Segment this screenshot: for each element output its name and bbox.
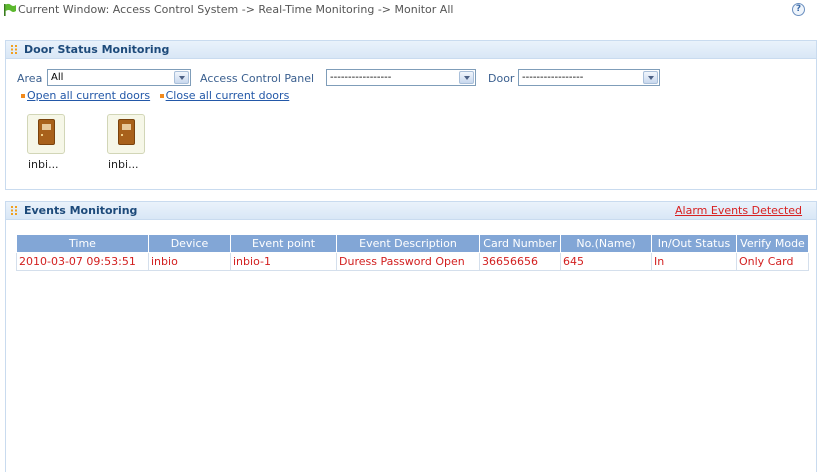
column-header[interactable]: In/Out Status	[651, 234, 737, 253]
bullet-icon	[159, 94, 164, 98]
acp-select[interactable]: -----------------	[326, 69, 476, 86]
event-no-name: 645	[560, 252, 652, 271]
door-name: inbi...	[108, 158, 139, 171]
open-all-doors-link[interactable]: Open all current doors	[27, 89, 150, 102]
area-select-value: All	[51, 72, 64, 83]
door-status-header: Door Status Monitoring	[6, 41, 816, 59]
breadcrumb: Current Window: Access Control System ->…	[18, 3, 453, 16]
area-label: Area	[17, 72, 43, 85]
event-card-number: 36656656	[479, 252, 561, 271]
help-icon[interactable]: ?	[792, 3, 805, 16]
door-select-value: -----------------	[522, 72, 584, 83]
close-all-doors-link[interactable]: Close all current doors	[166, 89, 290, 102]
event-inout-status: In	[651, 252, 737, 271]
column-header[interactable]: Device	[148, 234, 231, 253]
door-icon[interactable]	[107, 114, 145, 154]
event-description: Duress Password Open	[336, 252, 480, 271]
column-header[interactable]: Event Description	[336, 234, 480, 253]
door-label: Door	[488, 72, 515, 85]
grip-dots-icon	[11, 45, 17, 54]
door-icon[interactable]	[27, 114, 65, 154]
chevron-down-icon[interactable]	[459, 71, 474, 84]
door-select[interactable]: -----------------	[518, 69, 660, 86]
column-header[interactable]: No.(Name)	[560, 234, 652, 253]
events-title: Events Monitoring	[24, 204, 138, 217]
chevron-down-icon[interactable]	[643, 71, 658, 84]
column-header[interactable]: Verify Mode	[736, 234, 809, 253]
event-time: 2010-03-07 09:53:51	[16, 252, 149, 271]
event-verify-mode: Only Card	[736, 252, 809, 271]
door-status-title: Door Status Monitoring	[24, 43, 170, 56]
bullet-icon	[21, 94, 25, 98]
table-row[interactable]: 2010-03-07 09:53:51 inbio inbio-1 Duress…	[16, 252, 809, 271]
column-header[interactable]: Card Number	[479, 234, 561, 253]
events-header: Events Monitoring Alarm Events Detected	[6, 202, 816, 220]
breadcrumb-bar: Current Window: Access Control System ->…	[0, 0, 818, 20]
column-header[interactable]: Event point	[230, 234, 337, 253]
chevron-down-icon[interactable]	[174, 71, 189, 84]
door-name: inbi...	[28, 158, 59, 171]
acp-label: Access Control Panel	[200, 72, 315, 85]
area-select[interactable]: All	[47, 69, 191, 86]
event-device: inbio	[148, 252, 231, 271]
column-header[interactable]: Time	[16, 234, 149, 253]
alarm-events-link[interactable]: Alarm Events Detected	[675, 204, 802, 217]
breadcrumb-prefix: Current Window:	[18, 3, 110, 16]
door-action-links: Open all current doors Close all current…	[21, 89, 289, 102]
breadcrumb-path: Access Control System -> Real-Time Monit…	[112, 3, 454, 16]
grip-dots-icon	[11, 206, 17, 215]
filter-row: Area All Access Control Panel ----------…	[17, 69, 797, 87]
events-monitoring-panel: Events Monitoring Alarm Events Detected …	[5, 201, 817, 472]
event-point: inbio-1	[230, 252, 337, 271]
acp-select-value: -----------------	[330, 72, 392, 83]
door-status-panel: Door Status Monitoring Area All Access C…	[5, 40, 817, 190]
flag-icon	[4, 3, 16, 16]
events-table: Time Device Event point Event Descriptio…	[16, 234, 809, 271]
table-header-row: Time Device Event point Event Descriptio…	[16, 234, 809, 253]
